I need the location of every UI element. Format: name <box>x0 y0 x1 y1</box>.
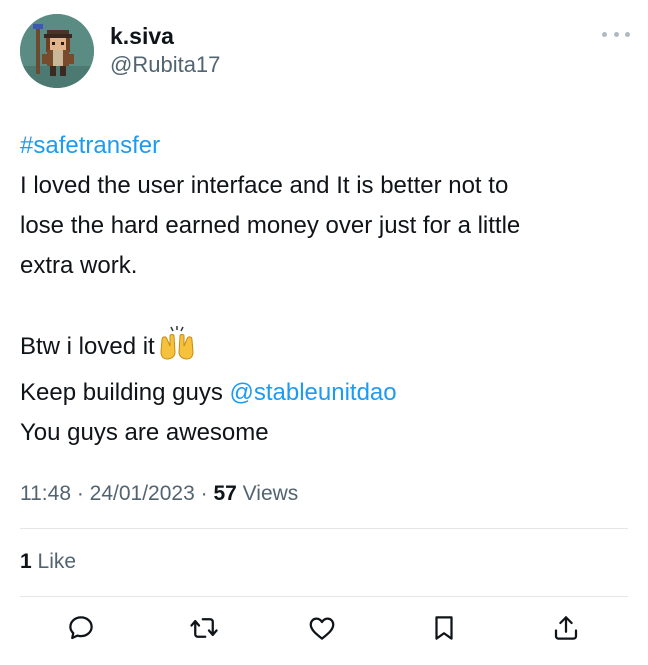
likes-count: 1 <box>20 550 32 573</box>
dot <box>613 31 619 37</box>
tweet-time[interactable]: 11:48 <box>20 482 71 505</box>
bookmark-button[interactable] <box>424 608 464 648</box>
divider <box>20 528 628 529</box>
author-names: k.siva @Rubita17 <box>110 22 220 80</box>
reply-icon <box>69 616 93 640</box>
dot <box>625 31 630 37</box>
like-button[interactable] <box>302 608 342 648</box>
dot <box>602 31 607 37</box>
views-count: 57 <box>213 482 237 505</box>
tweet-text-fragment: Btw i loved it <box>20 333 155 360</box>
avatar[interactable] <box>20 14 94 88</box>
more-options-icon[interactable] <box>602 24 630 44</box>
like-icon <box>309 617 335 640</box>
tweet-text-line: Btw i loved it <box>20 326 620 373</box>
hashtag-link[interactable]: #safetransfer <box>20 126 620 166</box>
pixel-character-icon <box>20 14 94 88</box>
tweet-meta: 11:48 · 24/01/2023 · 57 Views <box>20 479 298 509</box>
meta-separator: · <box>71 482 90 505</box>
user-handle[interactable]: @Rubita17 <box>110 50 220 80</box>
action-bar <box>0 608 648 648</box>
tweet-text-line: extra work. <box>20 252 138 279</box>
views-label: Views <box>236 482 299 505</box>
tweet-date[interactable]: 24/01/2023 <box>90 482 195 505</box>
tweet-text-fragment: Keep building guys <box>20 379 230 406</box>
meta-separator: · <box>194 482 214 505</box>
likes-stat[interactable]: 1 Like <box>20 547 76 577</box>
bookmark-icon <box>435 616 453 640</box>
retweet-icon <box>190 618 218 638</box>
divider <box>20 596 628 597</box>
retweet-button[interactable] <box>184 608 224 648</box>
raising-hands-icon <box>159 326 195 373</box>
tweet-text-line: You guys are awesome <box>20 419 269 446</box>
mention-link[interactable]: @stableunitdao <box>229 379 396 406</box>
tweet-text: #safetransfer I loved the user interface… <box>20 126 620 453</box>
tweet-text-line: Keep building guys @stableunitdao <box>20 373 620 413</box>
reply-button[interactable] <box>61 608 101 648</box>
tweet-text-line: lose the hard earned money over just for… <box>20 212 521 239</box>
share-icon <box>554 616 578 640</box>
likes-label: Like <box>31 550 77 573</box>
display-name[interactable]: k.siva <box>110 22 220 50</box>
tweet-text-line: I loved the user interface and It is bet… <box>20 172 509 199</box>
tweet-header: k.siva @Rubita17 <box>20 14 630 90</box>
share-button[interactable] <box>546 608 586 648</box>
